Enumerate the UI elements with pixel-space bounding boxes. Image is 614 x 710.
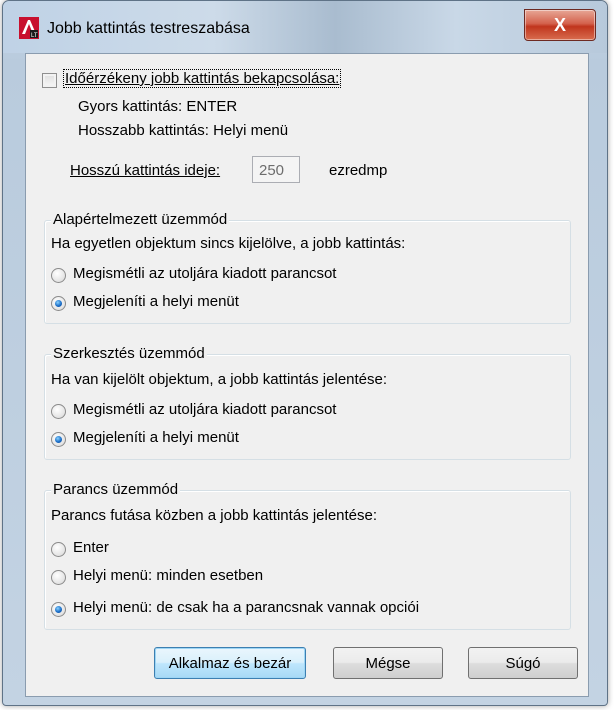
edit-mode-radio-repeat[interactable] (51, 404, 66, 419)
edit-mode-legend: Szerkesztés üzemmód (51, 345, 207, 362)
duration-label: Hosszú kattintás ideje: (70, 162, 220, 179)
help-button[interactable]: Súgó (468, 647, 578, 679)
edit-mode-radio-menu[interactable] (51, 432, 66, 447)
command-mode-radio-enter[interactable] (51, 542, 66, 557)
apply-and-close-button[interactable]: Alkalmaz és bezár (154, 647, 306, 679)
default-mode-radio-repeat[interactable] (51, 268, 66, 283)
command-mode-description: Parancs futása közben a jobb kattintás j… (51, 507, 378, 524)
title-bar[interactable]: LT Jobb kattintás testreszabása X (3, 1, 607, 53)
cancel-button[interactable]: Mégse (333, 647, 443, 679)
svg-text:LT: LT (31, 33, 38, 39)
command-mode-option-enter[interactable]: Enter (73, 539, 109, 556)
edit-mode-description: Ha van kijelölt objektum, a jobb kattint… (51, 371, 388, 388)
quick-click-text: Gyors kattintás: ENTER (78, 98, 238, 115)
edit-mode-option-menu[interactable]: Megjeleníti a helyi menüt (73, 429, 239, 446)
edit-mode-option-repeat[interactable]: Megismétli az utoljára kiadott parancsot (73, 401, 336, 418)
default-mode-group: Alapértelmezett üzemmód Ha egyetlen obje… (44, 211, 571, 324)
timesensitive-checkbox-label[interactable]: Időérzékeny jobb kattintás bekapcsolása: (62, 69, 342, 88)
close-icon: X (553, 14, 566, 35)
command-mode-option-always[interactable]: Helyi menü: minden esetben (73, 567, 263, 584)
window-title: Jobb kattintás testreszabása (47, 20, 250, 37)
command-mode-option-options[interactable]: Helyi menü: de csak ha a parancsnak vann… (73, 599, 419, 616)
edit-mode-group: Szerkesztés üzemmód Ha van kijelölt obje… (44, 345, 571, 460)
command-mode-radio-options[interactable] (51, 602, 66, 617)
duration-unit: ezredmp (329, 162, 388, 179)
autocad-app-icon: LT (19, 17, 39, 39)
long-click-text: Hosszabb kattintás: Helyi menü (78, 122, 289, 139)
command-mode-radio-always[interactable] (51, 570, 66, 585)
default-mode-radio-menu[interactable] (51, 296, 66, 311)
default-mode-legend: Alapértelmezett üzemmód (51, 211, 230, 228)
duration-label-text: Hosszú kattintás ideje: (70, 162, 221, 179)
close-button[interactable]: X (524, 9, 596, 41)
default-mode-description: Ha egyetlen objektum sincs kijelölve, a … (51, 235, 406, 252)
duration-input[interactable]: 250 (252, 156, 300, 183)
command-mode-legend: Parancs üzemmód (51, 481, 181, 498)
default-mode-option-menu[interactable]: Megjeleníti a helyi menüt (73, 293, 239, 310)
command-mode-group: Parancs üzemmód Parancs futása közben a … (44, 481, 571, 630)
timesensitive-checkbox[interactable] (42, 73, 57, 88)
default-mode-option-repeat[interactable]: Megismétli az utoljára kiadott parancsot (73, 265, 336, 282)
dialog-window: LT Jobb kattintás testreszabása X Időérz… (2, 0, 608, 706)
dialog-client-area: Időérzékeny jobb kattintás bekapcsolása:… (25, 53, 589, 697)
